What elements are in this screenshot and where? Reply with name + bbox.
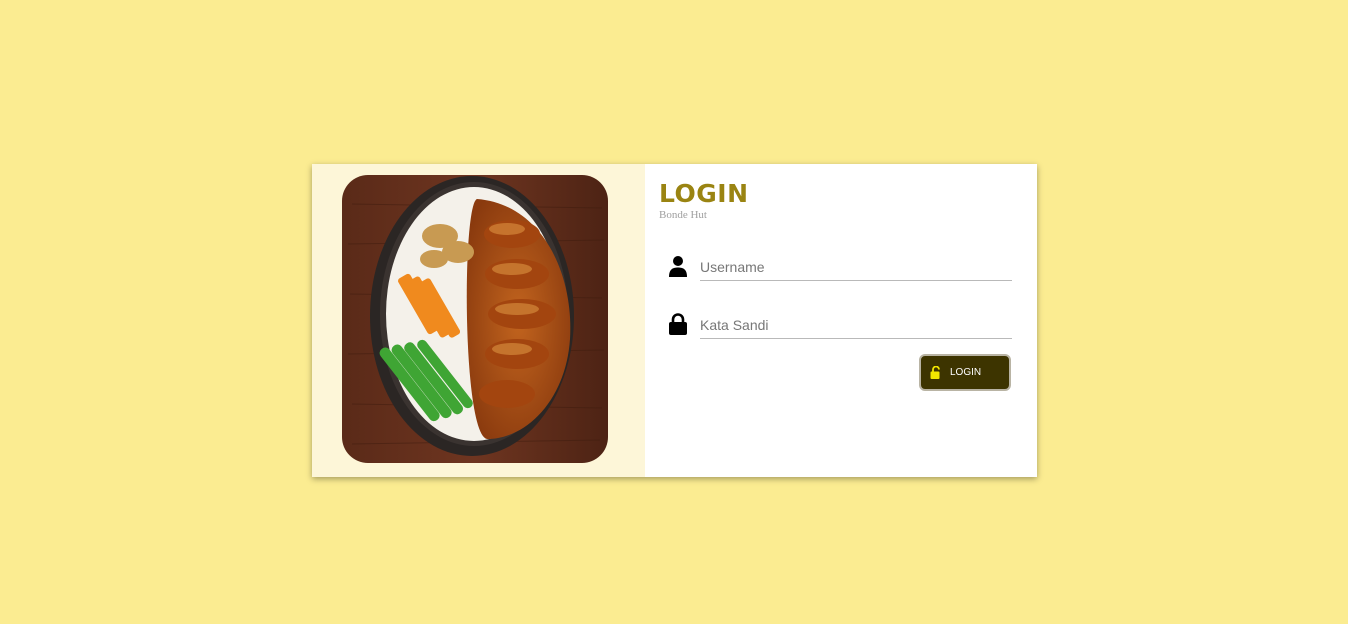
password-field [668,308,1013,342]
unlock-icon [930,366,940,379]
username-field [668,250,1013,284]
user-icon [669,256,687,277]
login-button[interactable]: LOGIN [919,354,1011,391]
username-input[interactable] [700,254,1012,281]
page-title: LOGIN [659,179,749,208]
login-button-label: LOGIN [950,367,982,378]
password-input[interactable] [700,312,1012,339]
login-card: LOGIN Bonde Hut LOGIN [312,164,1037,477]
login-form: LOGIN Bonde Hut LOGIN [645,164,1037,477]
lock-icon [669,313,687,335]
rice-bowl-illustration [342,175,608,463]
brand-subtitle: Bonde Hut [659,209,707,221]
food-image [312,164,645,477]
